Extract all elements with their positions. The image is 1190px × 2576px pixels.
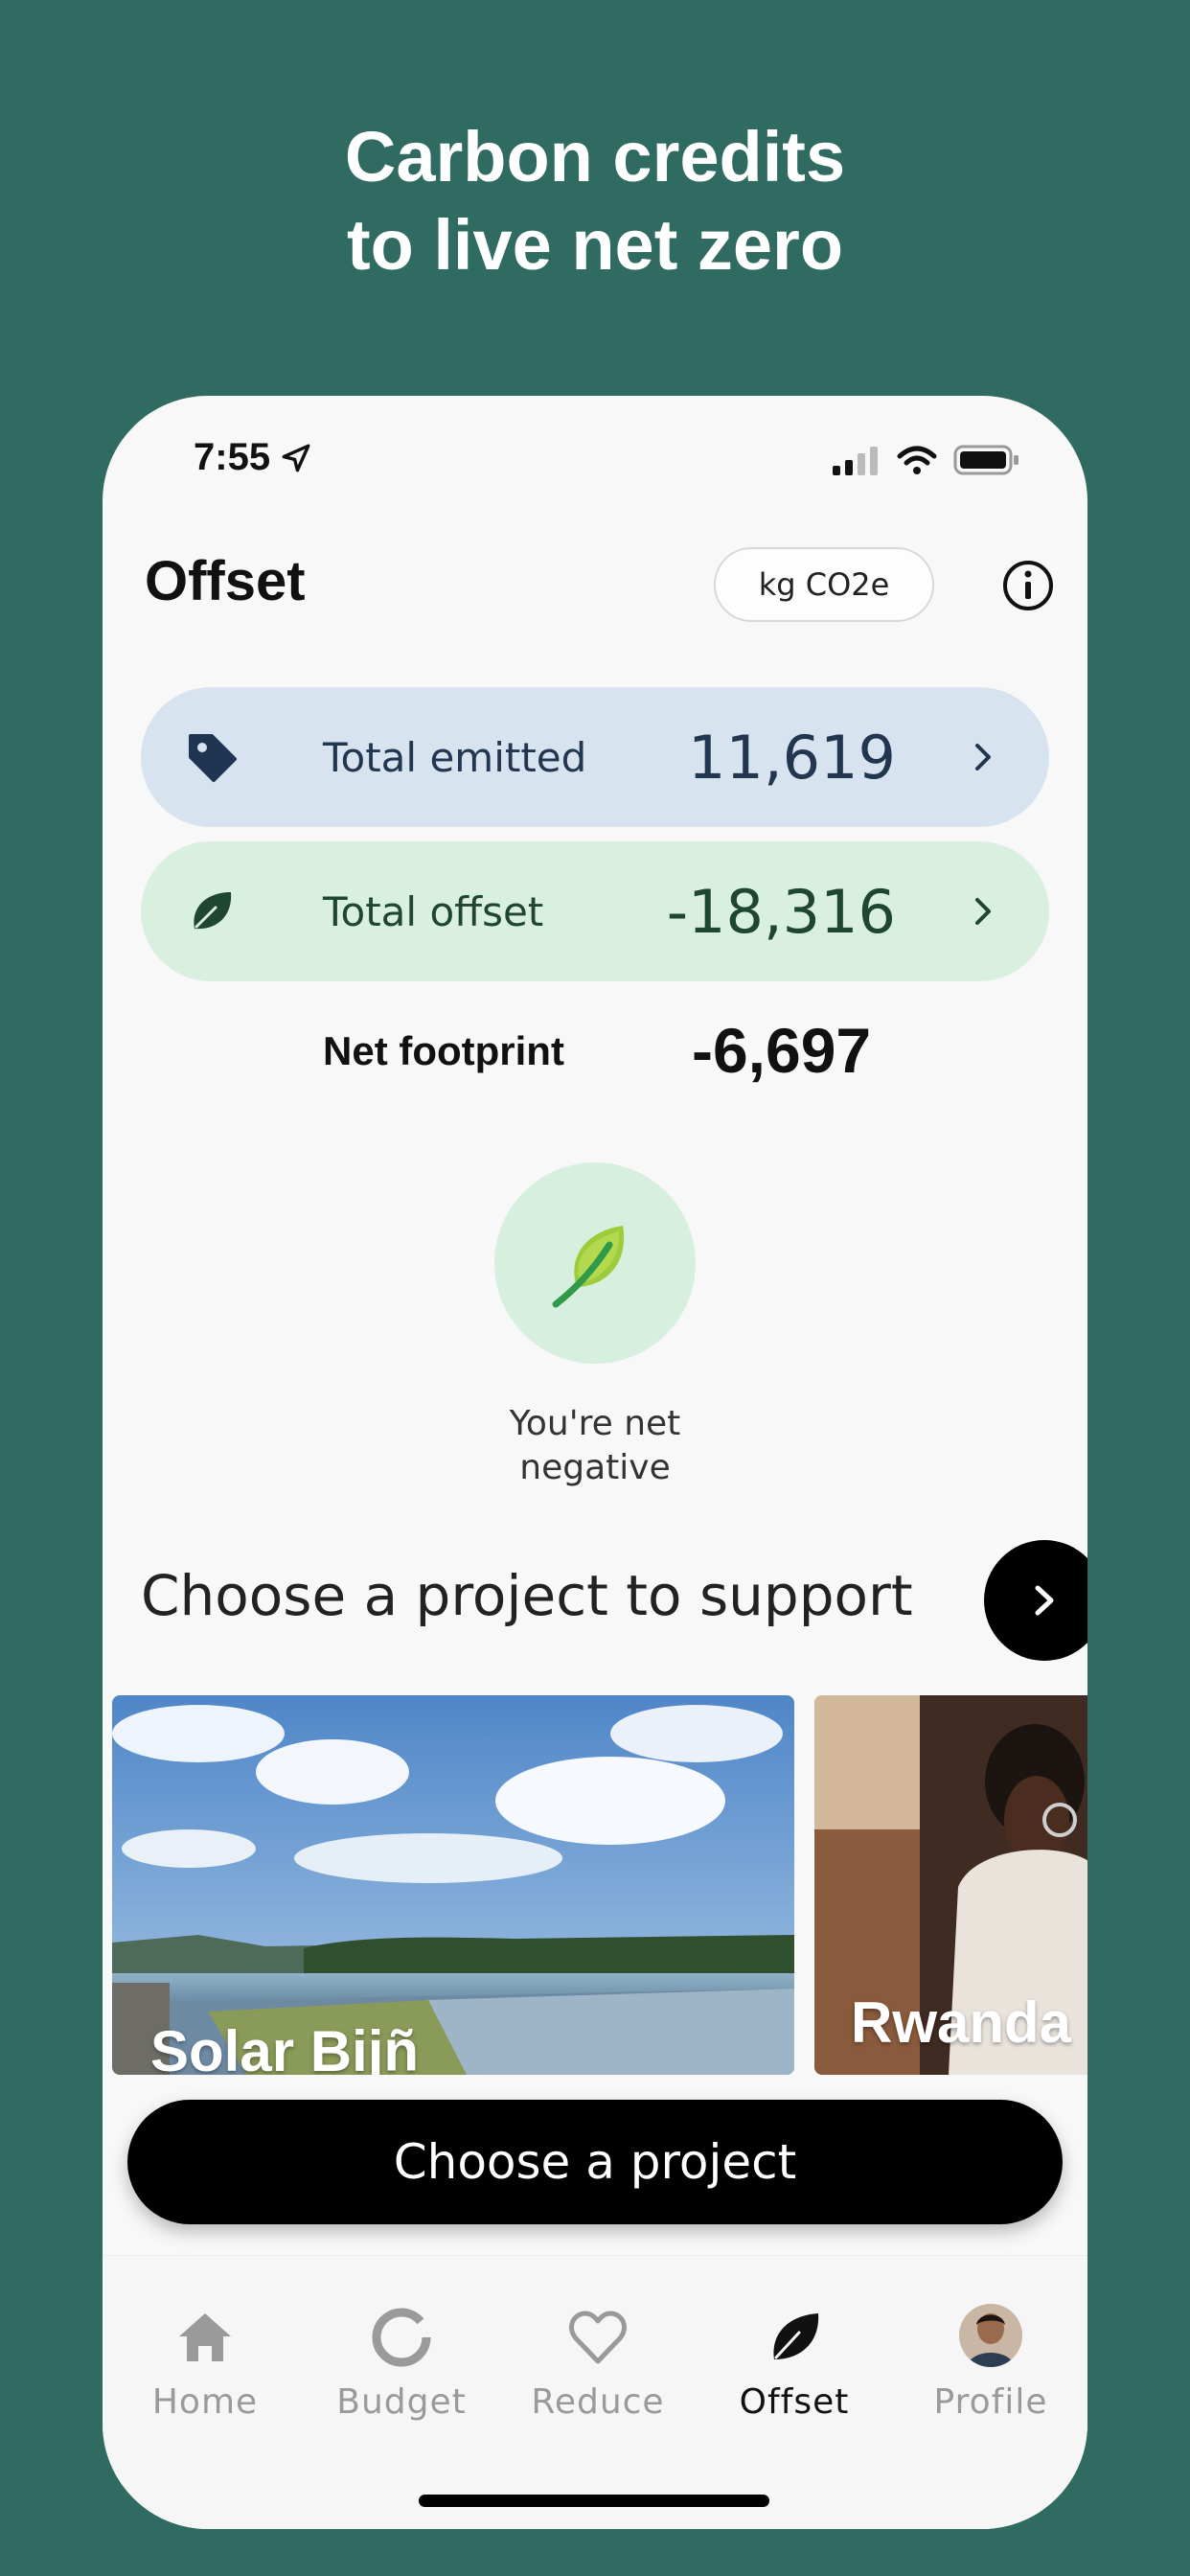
page-title: Offset	[145, 550, 306, 612]
status-icons	[831, 444, 1020, 476]
cellular-signal-icon	[833, 447, 878, 475]
project-card-title: Rwanda	[851, 1990, 1072, 2055]
choose-project-button[interactable]: Choose a project	[127, 2100, 1063, 2224]
profile-avatar-icon	[959, 2304, 1022, 2367]
battery-icon	[953, 445, 1018, 475]
tab-reduce[interactable]: Reduce	[502, 2304, 694, 2422]
tab-label: Profile	[933, 2382, 1048, 2422]
leaf-illustration-icon	[552, 1226, 625, 1308]
net-status-badge	[494, 1162, 696, 1364]
chevron-right-icon	[1035, 1585, 1054, 1616]
project-card[interactable]: Solar Bijñ	[112, 1695, 794, 2075]
budget-icon	[372, 2308, 431, 2367]
tab-profile[interactable]: Profile	[895, 2304, 1087, 2422]
tab-label: Offset	[739, 2382, 850, 2422]
net-footprint-label: Net footprint	[323, 1028, 564, 1073]
wifi-icon	[897, 446, 937, 474]
tab-label: Reduce	[531, 2382, 665, 2422]
tab-budget[interactable]: Budget	[306, 2304, 497, 2422]
headline-line-2: to live net zero	[346, 205, 844, 285]
total-offset-value: -18,316	[666, 876, 896, 947]
see-all-projects-button[interactable]	[984, 1540, 1087, 1661]
home-icon	[179, 2313, 231, 2361]
status-time-text: 7:55	[194, 436, 271, 478]
unit-toggle-button[interactable]: kg CO2e	[714, 547, 934, 622]
total-offset-row[interactable]: Total offset -18,316	[141, 841, 1049, 981]
heart-icon	[569, 2311, 627, 2364]
total-emitted-value: 11,619	[688, 722, 896, 793]
tab-label: Home	[151, 2382, 259, 2422]
price-tag-icon	[189, 734, 237, 782]
headline-line-1: Carbon credits	[344, 117, 846, 196]
avatar	[959, 2304, 1022, 2367]
leaf-icon	[773, 2313, 819, 2359]
chevron-right-icon	[975, 744, 991, 770]
total-offset-label: Total offset	[323, 887, 544, 935]
tab-label: Budget	[336, 2382, 467, 2422]
status-time: 7:55	[194, 436, 312, 479]
location-arrow-icon	[282, 444, 310, 472]
info-icon[interactable]	[1001, 559, 1055, 612]
phone-screen: 7:55 Offset kg CO2e Total emitted 11,619…	[103, 396, 1087, 2529]
headline: Carbon credits to live net zero	[0, 113, 1190, 289]
chevron-right-icon	[975, 898, 991, 925]
tab-home[interactable]: Home	[109, 2304, 301, 2422]
tab-bar: Home Budget Reduce Offset Profile	[103, 2255, 1087, 2529]
net-footprint-value: -6,697	[692, 1015, 872, 1086]
project-card-title: Solar Bijñ	[150, 2019, 420, 2075]
tab-offset[interactable]: Offset	[698, 2304, 890, 2422]
net-status-text: You're net negative	[509, 1404, 681, 1487]
total-emitted-row[interactable]: Total emitted 11,619	[141, 687, 1049, 827]
leaf-icon	[194, 892, 232, 930]
project-card[interactable]: Rwanda	[814, 1695, 1087, 2075]
section-title: Choose a project to support	[141, 1563, 913, 1628]
total-emitted-label: Total emitted	[323, 733, 587, 781]
home-indicator	[419, 2495, 769, 2507]
